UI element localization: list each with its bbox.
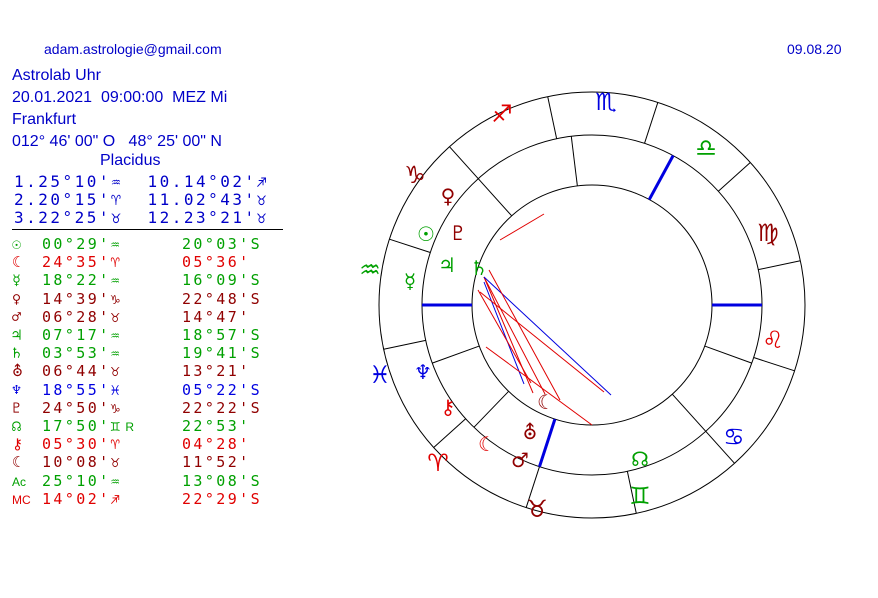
planet-glyph-icon: ♂ — [511, 448, 529, 472]
zodiac-sign-icon: ♑ — [404, 161, 426, 189]
zodiac-sign-icon: ♓ — [369, 361, 391, 389]
zodiac-sign-icon: ♊ — [629, 482, 651, 510]
angle-axis — [538, 418, 557, 468]
planet-glyph-icon: ☉ — [417, 222, 435, 246]
zodiac-sign-icon: ♉ — [526, 495, 548, 523]
horoscope-wheel: ♈ ♉ ♊ ♋ ♌ ♍ ♎ ♏ ♐ ♑ ♒ ♓ ♀ ♇ ☉♃ ♄ ☿ ♆ ⚷ ☾ ☾ ⛢ ♂ ☊ — [359, 88, 806, 523]
planet-glyph-icon: ☾ — [478, 432, 496, 456]
planet-glyph-icon: ⚷ — [441, 395, 456, 419]
zodiac-sign-icon: ♈ — [427, 449, 449, 477]
house-cusp-line — [473, 390, 510, 428]
aspect-line — [499, 213, 545, 241]
zodiac-sign-icon: ♎ — [695, 134, 717, 162]
house-cusp-line — [432, 345, 480, 364]
planet-glyph-icon: ♆ — [414, 360, 432, 384]
sign-divider — [433, 418, 466, 448]
planet-glyph-icon: ♄ — [470, 256, 488, 280]
zodiac-sign-icon: ♐ — [491, 100, 513, 128]
sign-divider — [758, 260, 801, 271]
sign-divider — [383, 339, 426, 350]
angle-axis — [647, 154, 675, 201]
sign-divider — [547, 96, 558, 139]
planet-glyph-icon: ☾ — [537, 390, 555, 414]
house-cusp-line — [477, 178, 513, 217]
house-cusp-line — [704, 345, 752, 364]
planet-glyph-icon: ☿ — [404, 269, 416, 293]
sign-divider — [718, 162, 751, 192]
house-cusp-line — [570, 136, 578, 186]
zodiac-sign-icon: ♋ — [723, 423, 745, 451]
zodiac-sign-icon: ♏ — [595, 88, 617, 116]
planet-glyph-icon: ♇ — [449, 221, 467, 245]
zodiac-sign-icon: ♍ — [757, 219, 779, 247]
aspect-line — [479, 291, 605, 393]
zodiac-sign-icon: ♌ — [762, 326, 784, 354]
planet-glyph-icon: ⛢ — [523, 420, 538, 444]
house-cusp-line — [671, 393, 707, 432]
planet-glyph-icon: ♀ — [441, 184, 456, 208]
sign-divider — [449, 146, 479, 179]
zodiac-sign-icon: ♒ — [359, 256, 381, 284]
sign-divider — [753, 357, 795, 372]
aspect-line — [488, 269, 561, 401]
planet-glyph-icon: ♃ — [438, 253, 456, 277]
planet-glyph-icon: ☊ — [631, 447, 649, 471]
aspect-line — [483, 276, 546, 395]
aspect-line — [477, 289, 532, 384]
sign-ring — [421, 134, 763, 476]
sign-divider — [644, 102, 659, 144]
